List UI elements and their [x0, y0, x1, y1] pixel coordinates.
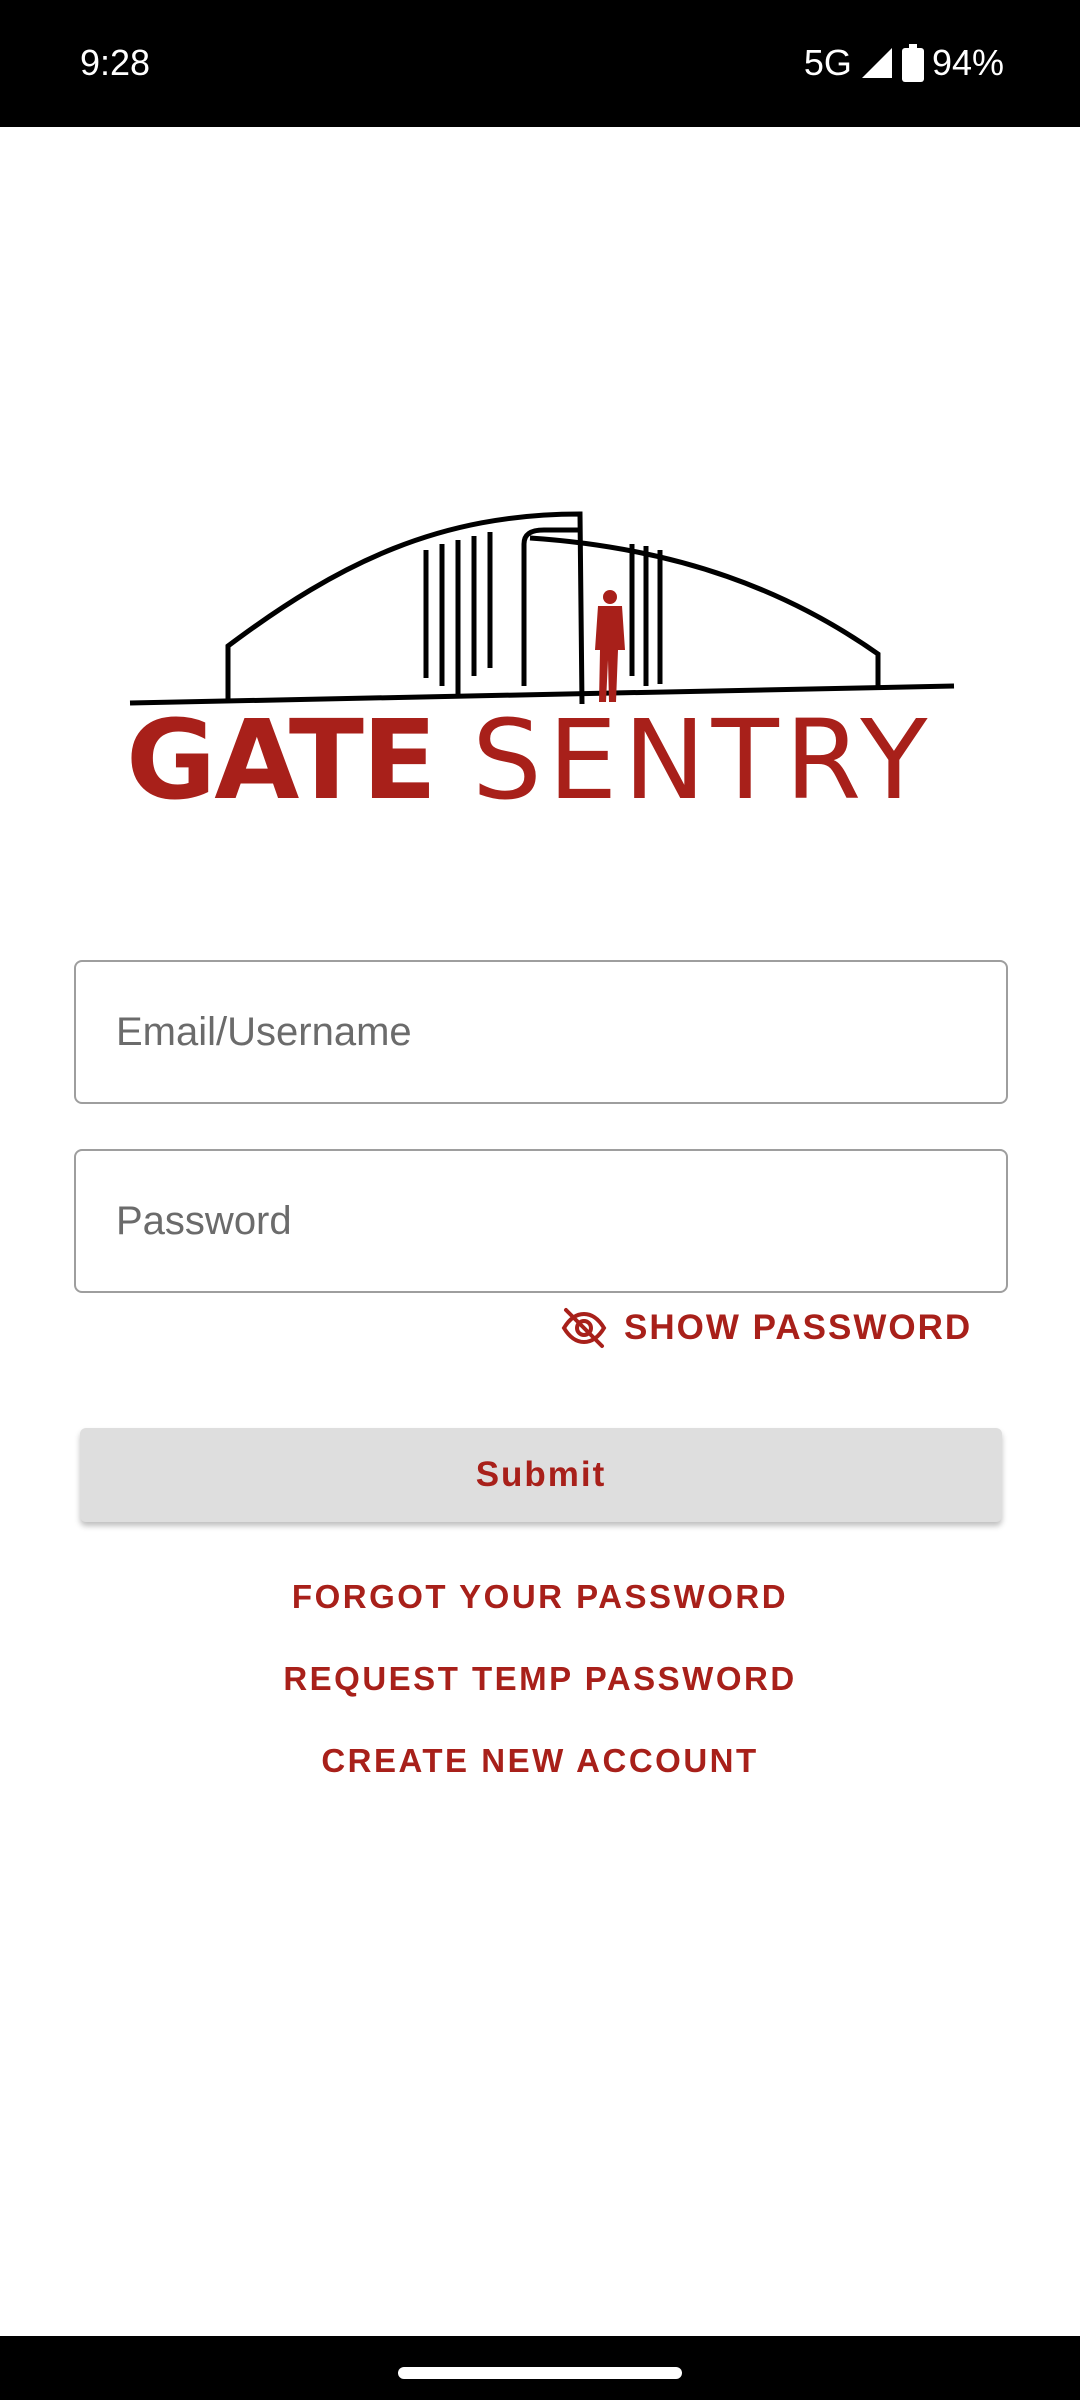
show-password-label: SHOW PASSWORD — [624, 1308, 973, 1347]
forgot-password-link[interactable]: FORGOT YOUR PASSWORD — [0, 1572, 1080, 1622]
status-time: 9:28 — [80, 42, 151, 83]
create-account-link[interactable]: CREATE NEW ACCOUNT — [0, 1736, 1080, 1786]
password-input[interactable] — [116, 1151, 966, 1291]
email-field-container — [74, 960, 1008, 1104]
eye-off-icon — [561, 1308, 607, 1348]
logo-word-gate: GATE — [126, 696, 437, 824]
status-right-group: 5G 94% — [804, 38, 1004, 88]
email-username-input[interactable] — [116, 962, 966, 1102]
logo-word-sentry: SENTRY — [472, 696, 934, 824]
battery-percent: 94% — [931, 42, 1004, 83]
status-bar: 9:28 5G 94% — [0, 0, 1080, 127]
show-password-toggle[interactable]: SHOW PASSWORD — [560, 1298, 972, 1358]
submit-button[interactable]: Submit — [80, 1428, 1002, 1522]
request-temp-password-link[interactable]: REQUEST TEMP PASSWORD — [0, 1654, 1080, 1704]
battery-icon — [901, 44, 924, 82]
password-field-container — [74, 1149, 1008, 1293]
network-label: 5G — [803, 42, 852, 83]
signal-icon — [860, 46, 894, 80]
home-gesture-handle[interactable] — [398, 2367, 682, 2379]
logo-wordmark: GATE SENTRY — [126, 700, 956, 820]
